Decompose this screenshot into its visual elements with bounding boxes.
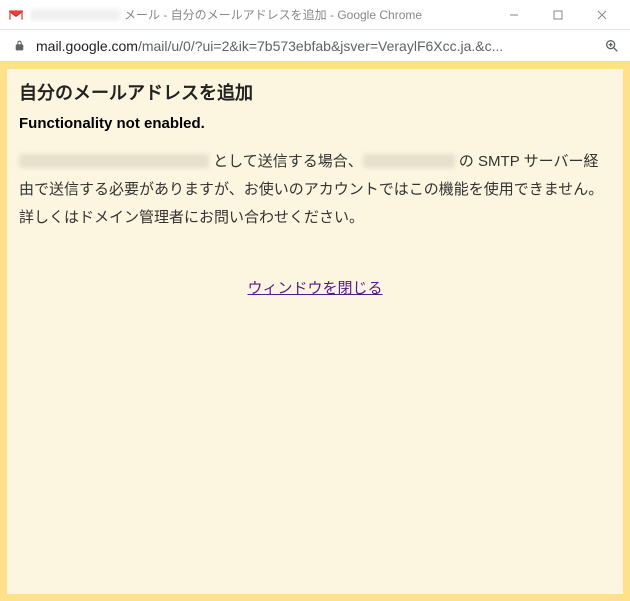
minimize-button[interactable]: [492, 1, 536, 29]
window-titlebar: メール - 自分のメールアドレスを追加 - Google Chrome: [0, 0, 630, 30]
body-text-1: として送信する場合、: [209, 153, 363, 170]
lock-icon[interactable]: [12, 39, 26, 52]
close-window-link[interactable]: ウィンドウを閉じる: [247, 280, 382, 297]
window-controls: [492, 1, 624, 29]
page-outer: 自分のメールアドレスを追加 Functionality not enabled.…: [0, 62, 630, 601]
content-panel: 自分のメールアドレスを追加 Functionality not enabled.…: [7, 69, 623, 594]
redacted-text: [30, 9, 120, 21]
url-display[interactable]: mail.google.com/mail/u/0/?ui=2&ik=7b573e…: [36, 38, 596, 54]
error-heading: Functionality not enabled.: [19, 115, 613, 132]
redacted-email: [19, 154, 209, 168]
page-title: 自分のメールアドレスを追加: [19, 79, 613, 105]
url-host: mail.google.com: [36, 38, 138, 54]
window-title-text: メール - 自分のメールアドレスを追加 - Google Chrome: [124, 6, 422, 23]
window-title: メール - 自分のメールアドレスを追加 - Google Chrome: [30, 6, 484, 23]
error-body: として送信する場合、 の SMTP サーバー経由で送信する必要がありますが、お使…: [19, 148, 611, 231]
redacted-domain: [363, 154, 455, 168]
maximize-button[interactable]: [536, 1, 580, 29]
gmail-icon: [8, 7, 24, 23]
close-button[interactable]: [580, 1, 624, 29]
zoom-icon[interactable]: [602, 38, 622, 54]
address-bar: mail.google.com/mail/u/0/?ui=2&ik=7b573e…: [0, 30, 630, 62]
url-path: /mail/u/0/?ui=2&ik=7b573ebfab&jsver=Vera…: [138, 38, 503, 54]
close-link-container: ウィンドウを閉じる: [17, 277, 613, 298]
